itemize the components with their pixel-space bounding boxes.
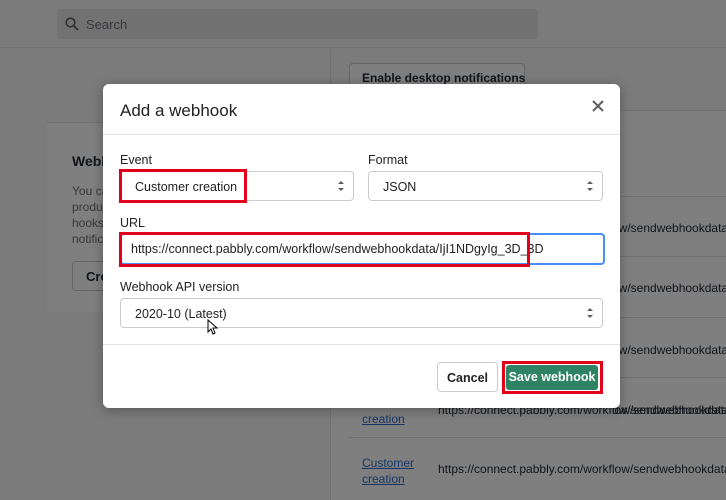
select-arrows-icon [587,181,593,191]
api-version-select[interactable]: 2020-10 (Latest) [120,298,603,328]
select-arrows-icon [587,308,593,318]
header-divider [103,134,620,135]
close-icon[interactable] [589,97,607,115]
format-select[interactable]: JSON [368,171,603,201]
dialog-title: Add a webhook [120,101,238,120]
select-arrows-icon [338,181,344,191]
api-version-label: Webhook API version [120,280,240,294]
cancel-button[interactable]: Cancel [437,362,498,392]
save-highlight-box [502,361,603,394]
event-label: Event [120,153,152,167]
format-label: Format [368,153,408,167]
url-highlight-box [119,232,530,267]
url-label: URL [120,216,146,230]
add-webhook-dialog: Add a webhook Event Customer creation Fo… [103,84,620,408]
format-select-value: JSON [383,180,417,194]
event-highlight-box [119,169,247,203]
footer-divider [103,344,620,345]
mouse-cursor-icon [207,319,219,335]
